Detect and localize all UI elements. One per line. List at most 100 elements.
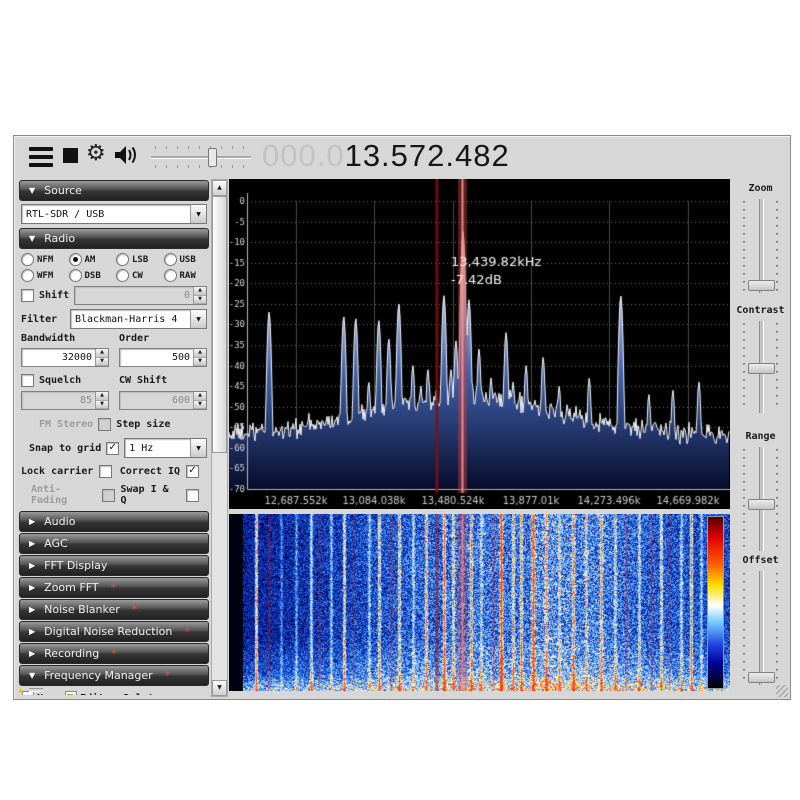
fm-stereo-checkbox — [98, 418, 112, 431]
panel-header-fft-display[interactable]: ▶ FFT Display — [19, 555, 209, 576]
slider-thumb[interactable] — [748, 672, 775, 683]
panel-header-digital-noise-reduction[interactable]: ▶ Digital Noise Reduction * — [19, 621, 209, 642]
slider-track[interactable] — [732, 447, 789, 551]
frequency-leading-zeros: 000.0 — [262, 138, 345, 173]
radio-button-icon — [68, 269, 82, 282]
slider-ticks — [776, 201, 778, 291]
spinner-arrows-icon[interactable]: ▲ ▼ — [193, 349, 206, 366]
mode-raw[interactable]: RAW — [163, 269, 210, 282]
volume-slider[interactable] — [151, 146, 251, 168]
slider-ticks — [743, 449, 745, 549]
expand-arrow-icon: ▶ — [29, 649, 36, 658]
slider-groove — [759, 571, 764, 685]
panel-header-source[interactable]: ▼ Source — [19, 180, 209, 201]
mode-am[interactable]: AM — [68, 253, 115, 266]
collapse-arrow-icon: ▼ — [29, 234, 36, 243]
squelch-label: Squelch — [39, 375, 82, 386]
mode-wfm[interactable]: WFM — [21, 269, 67, 282]
edit-button[interactable]: Edit — [65, 691, 104, 695]
panel-header-zoom-fft[interactable]: ▶ Zoom FFT * — [19, 577, 209, 598]
squelch-spinner[interactable]: ▲▼ — [21, 391, 109, 410]
scroll-down-icon[interactable]: ▼ — [212, 680, 227, 696]
chevron-down-icon[interactable]: ▼ — [190, 310, 206, 328]
mode-nfm[interactable]: NFM — [21, 253, 67, 266]
lock-carrier-label: Lock carrier — [21, 466, 94, 477]
volume-thumb[interactable] — [208, 148, 217, 167]
slider-track[interactable] — [732, 571, 789, 685]
swap-iq-checkbox[interactable] — [186, 488, 199, 502]
window-resize-grip[interactable] — [776, 685, 788, 697]
cw-shift-value — [120, 392, 193, 409]
anti-fading-checkbox — [102, 488, 116, 502]
spectrum-canvas[interactable] — [229, 179, 730, 509]
radio-button-icon — [163, 269, 177, 282]
slider-ticks — [776, 323, 778, 411]
panel-header-audio[interactable]: ▶ Audio — [19, 511, 209, 532]
lock-carrier-checkbox[interactable] — [99, 465, 113, 478]
spinner-arrows-icon[interactable]: ▲ ▼ — [95, 349, 108, 366]
spinner-arrows-icon[interactable]: ▲ ▼ — [193, 392, 206, 409]
filter-select[interactable]: Blackman-Harris 4 ▼ — [70, 309, 207, 329]
cw-shift-spinner[interactable]: ▲▼ — [119, 391, 207, 410]
panel-header-frequency-manager[interactable]: ▼ Frequency Manager * — [19, 665, 209, 686]
squelch-checkbox[interactable] — [21, 374, 34, 387]
scrollbar-thumb[interactable] — [212, 196, 227, 453]
slider-groove — [759, 199, 764, 293]
shift-label: Shift — [39, 290, 70, 301]
snap-to-grid-checkbox[interactable]: ✓ — [106, 441, 120, 455]
slider-thumb[interactable] — [748, 280, 775, 291]
radio-button-icon — [21, 269, 34, 282]
volume-track — [151, 156, 251, 158]
menu-icon[interactable] — [29, 145, 53, 167]
panel-header-recording[interactable]: ▶ Recording * — [19, 643, 209, 664]
slider-track[interactable] — [732, 321, 789, 413]
spinner-arrows-icon[interactable]: ▲ ▼ — [193, 287, 206, 304]
waterfall-colorbar — [707, 516, 724, 689]
volume-ticks-top — [155, 146, 247, 149]
slider-contrast: Contrast — [732, 305, 789, 415]
panel-header-radio[interactable]: ▼ Radio — [19, 228, 209, 249]
panel-header-agc[interactable]: ▶ AGC — [19, 533, 209, 554]
slider-thumb[interactable] — [748, 363, 775, 374]
bandwidth-spinner[interactable]: ▲▼ — [21, 348, 109, 367]
slider-ticks — [743, 323, 745, 411]
panel-scrollbar[interactable]: ▲ ▼ — [211, 179, 228, 697]
speaker-icon[interactable] — [114, 144, 140, 170]
expand-arrow-icon: ▶ — [29, 517, 36, 526]
spectrum-display[interactable] — [229, 179, 730, 509]
chevron-down-icon[interactable]: ▼ — [190, 205, 206, 223]
frequency-value: 13.572.482 — [344, 138, 510, 173]
waterfall-display[interactable] — [229, 514, 730, 691]
panel-header-noise-blanker[interactable]: ▶ Noise Blanker * — [19, 599, 209, 620]
bandwidth-label: Bandwidth — [21, 333, 76, 344]
slider-track[interactable] — [732, 199, 789, 293]
shift-checkbox[interactable] — [21, 289, 34, 302]
slider-thumb[interactable] — [748, 499, 775, 510]
mode-lsb[interactable]: LSB — [116, 253, 162, 266]
swap-iq-label: Swap I & Q — [120, 484, 169, 506]
panel-title: Radio — [44, 232, 76, 245]
slider-range: Range — [732, 431, 789, 553]
mode-cw[interactable]: CW — [116, 269, 162, 282]
delete-button[interactable]: ✕ Delete — [114, 692, 160, 696]
order-value[interactable] — [120, 349, 193, 366]
expand-arrow-icon: ▶ — [29, 561, 36, 570]
panel-resize-grip[interactable] — [29, 688, 43, 692]
order-spinner[interactable]: ▲▼ — [119, 348, 207, 367]
mode-dsb[interactable]: DSB — [68, 269, 115, 282]
scroll-up-icon[interactable]: ▲ — [212, 180, 227, 196]
shift-spinner[interactable]: ▲▼ — [74, 286, 207, 305]
spinner-arrows-icon[interactable]: ▲ ▼ — [95, 392, 108, 409]
correct-iq-checkbox[interactable]: ✓ — [186, 465, 199, 478]
waterfall-canvas[interactable] — [229, 514, 730, 691]
chevron-down-icon[interactable]: ▼ — [190, 439, 206, 457]
gear-icon[interactable]: ⚙ — [86, 142, 106, 166]
step-size-value: 1 Hz — [129, 442, 154, 454]
stop-icon[interactable] — [63, 148, 78, 163]
source-device-select[interactable]: RTL-SDR / USB ▼ — [21, 204, 207, 224]
frequency-display[interactable]: 000.013.572.482 — [262, 138, 510, 174]
fm-stereo-label: FM Stereo — [39, 419, 94, 430]
bandwidth-value[interactable] — [22, 349, 95, 366]
step-size-select[interactable]: 1 Hz ▼ — [124, 438, 207, 458]
mode-usb[interactable]: USB — [163, 253, 210, 266]
